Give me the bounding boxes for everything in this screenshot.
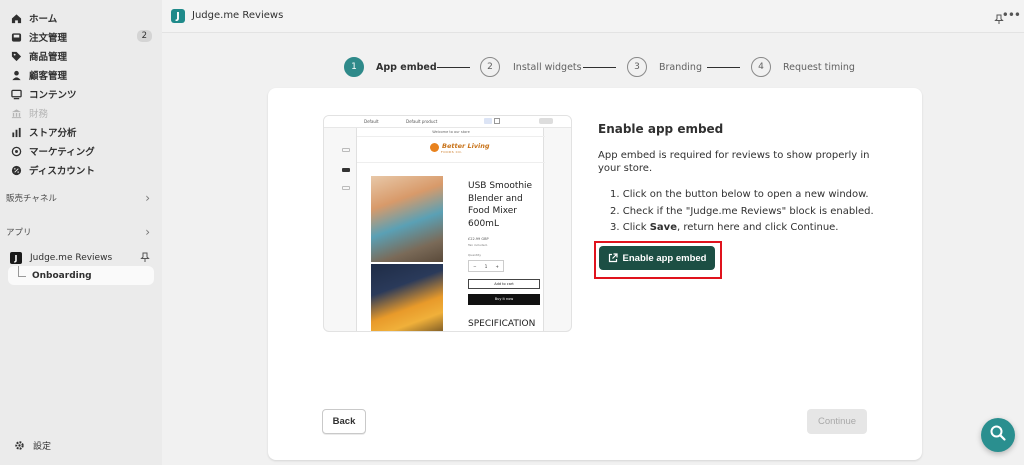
sidebar-item-home[interactable]: ホーム — [10, 9, 156, 27]
preview-product-select: Default product — [406, 119, 438, 124]
instructions-list: 1. Click on the button below to open a n… — [610, 187, 874, 237]
sidebar-item-orders[interactable]: 注文管理 2 — [10, 28, 156, 46]
chevron-right-icon: › — [145, 191, 150, 205]
preview-specification: SPECIFICATION — [468, 319, 536, 329]
step-1-indicator: 1 — [344, 57, 364, 77]
preview-toolbar: Default Default product — [324, 116, 571, 128]
onboarding-card: Default Default product Welcome to our s… — [268, 88, 922, 460]
home-icon — [10, 12, 22, 24]
preview-qty-label: Quantity — [468, 253, 481, 257]
sidebar-item-discounts[interactable]: ディスカウント — [10, 161, 156, 179]
bank-icon — [10, 107, 22, 119]
pin-icon[interactable] — [140, 252, 150, 266]
sidebar-item-label: コンテンツ — [29, 90, 77, 101]
section-description: App embed is required for reviews to sho… — [598, 150, 870, 174]
preview-welcome-bar: Welcome to our store — [357, 128, 545, 137]
step-connector — [583, 67, 616, 68]
orders-count-badge: 2 — [136, 30, 152, 42]
preview-mobile-icon — [494, 118, 500, 124]
sales-channels-section[interactable]: 販売チャネル › — [6, 190, 156, 206]
target-icon — [10, 145, 22, 157]
app-header: J Judge.me Reviews ••• — [162, 0, 1024, 33]
enable-app-embed-label: Enable app embed — [622, 252, 707, 264]
sidebar-app-label: Judge.me Reviews — [30, 253, 113, 263]
step-3-indicator: 3 — [627, 57, 647, 77]
theme-preview-image: Default Default product Welcome to our s… — [323, 115, 572, 332]
product-image-juice — [371, 264, 443, 331]
continue-button[interactable]: Continue — [807, 409, 867, 434]
back-button[interactable]: Back — [322, 409, 366, 434]
more-options-icon[interactable]: ••• — [1002, 8, 1021, 22]
chevron-right-icon: › — [145, 225, 150, 239]
preview-add-to-cart: Add to cart — [468, 279, 540, 289]
sidebar-item-customers[interactable]: 顧客管理 — [10, 66, 156, 84]
step-4-label: Request timing — [783, 62, 855, 73]
preview-brand-sub: FOODS CO. — [441, 150, 463, 154]
instruction-step-1: 1. Click on the button below to open a n… — [610, 189, 869, 200]
preview-desktop-icon — [484, 118, 492, 124]
product-image-blenders — [371, 176, 443, 262]
preview-tax-note: Tax included. — [468, 243, 488, 247]
sidebar-item-label: 注文管理 — [29, 33, 68, 44]
apps-section[interactable]: アプリ › — [6, 224, 156, 240]
apps-label: アプリ — [6, 228, 32, 238]
discount-icon — [10, 164, 22, 176]
sidebar-item-finance[interactable]: 財務 — [10, 104, 156, 122]
sales-channels-label: 販売チャネル — [6, 194, 57, 204]
preview-theme-select: Default — [364, 119, 379, 124]
instruction-step-3: 3. Click Save, return here and click Con… — [610, 222, 839, 233]
judgeme-app-icon: J — [10, 252, 22, 264]
bar-chart-icon — [10, 126, 22, 138]
preview-buy-now: Buy it now — [468, 294, 540, 305]
preview-brand-name: Better Living — [442, 142, 490, 150]
sidebar-item-label: 商品管理 — [29, 52, 68, 63]
judgeme-logo: J — [171, 9, 185, 23]
sidebar: ホーム 注文管理 2 商品管理 顧客管理 コンテンツ 財務 ストア分析 マーケテ… — [0, 0, 162, 465]
sidebar-item-content[interactable]: コンテンツ — [10, 85, 156, 103]
step-connector — [437, 67, 470, 68]
sidebar-item-label: マーケティング — [29, 147, 95, 158]
sidebar-item-label: 設定 — [33, 442, 52, 452]
preview-storefront: Welcome to our store Better Living FOODS… — [356, 128, 545, 331]
step-2-indicator: 2 — [480, 57, 500, 77]
search-icon — [989, 424, 1007, 446]
preview-qty-stepper: − 1 + — [468, 260, 504, 272]
preview-sidebar — [338, 130, 356, 330]
sidebar-item-marketing[interactable]: マーケティング — [10, 142, 156, 160]
sidebar-item-settings[interactable]: 設定 — [14, 439, 51, 452]
sidebar-item-label: ディスカウント — [29, 166, 95, 177]
step-4-indicator: 4 — [751, 57, 771, 77]
sidebar-item-label: ホーム — [29, 14, 58, 25]
brand-logo-icon — [430, 143, 439, 152]
sidebar-item-products[interactable]: 商品管理 — [10, 47, 156, 65]
step-3-label: Branding — [659, 62, 702, 73]
step-connector — [707, 67, 740, 68]
instruction-step-2: 2. Check if the "Judge.me Reviews" block… — [610, 205, 874, 217]
preview-price: £22.99 GBP — [468, 237, 489, 241]
section-title: Enable app embed — [598, 122, 724, 136]
sidebar-item-label: ストア分析 — [29, 128, 77, 139]
preview-save-button — [539, 118, 553, 124]
step-2-label: Install widgets — [513, 62, 582, 73]
sidebar-subitem-onboarding[interactable]: Onboarding — [8, 266, 154, 285]
gear-icon — [14, 440, 25, 451]
content-icon — [10, 88, 22, 100]
enable-app-embed-button[interactable]: Enable app embed — [599, 246, 715, 270]
help-search-button[interactable] — [981, 418, 1015, 452]
sidebar-item-label: 顧客管理 — [29, 71, 68, 82]
preview-product-title: USB Smoothie Blender and Food Mixer 600m… — [468, 181, 533, 229]
step-1-label: App embed — [376, 62, 437, 73]
tag-icon — [10, 50, 22, 62]
sidebar-item-label: 財務 — [29, 109, 49, 120]
app-title: Judge.me Reviews — [192, 10, 284, 21]
sidebar-item-analytics[interactable]: ストア分析 — [10, 123, 156, 141]
inbox-icon — [10, 31, 22, 43]
sidebar-subitem-label: Onboarding — [32, 270, 92, 281]
person-icon — [10, 69, 22, 81]
sidebar-app-judgeme[interactable]: J Judge.me Reviews — [10, 249, 156, 267]
tree-branch — [18, 266, 26, 277]
external-link-icon — [608, 253, 618, 263]
